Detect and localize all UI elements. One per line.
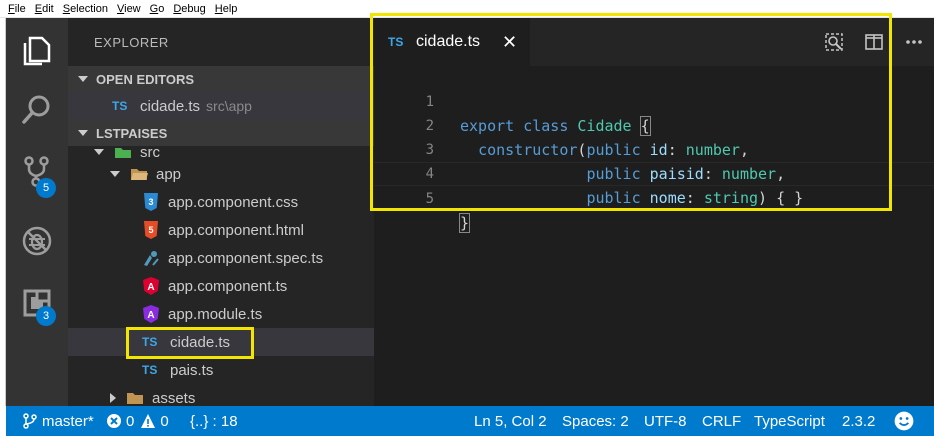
chevron-down-icon [110, 171, 120, 177]
ellipsis-icon [906, 40, 922, 44]
source-control-badge: 5 [36, 178, 56, 198]
open-changes-button[interactable] [814, 18, 854, 66]
status-eol[interactable]: CRLF [702, 406, 741, 436]
tree-folder-src[interactable]: src [68, 143, 374, 161]
folder-icon [126, 389, 144, 406]
folder-src-icon [114, 143, 132, 161]
split-editor-icon [865, 34, 883, 50]
typescript-icon: TS [142, 363, 158, 377]
vscode-window: 5 3 EXPLORER OPEN EDITORS TS cidade.ts s… [6, 13, 934, 406]
menu-bar: File Edit Selection View Go Debug Help [0, 0, 934, 18]
tree-file-cidade-ts[interactable]: TS cidade.ts [68, 327, 374, 359]
activity-bar: 5 3 [6, 18, 68, 406]
extensions-badge: 3 [36, 306, 56, 326]
warning-icon [141, 414, 156, 428]
close-icon[interactable]: ✕ [502, 32, 517, 53]
editor-area: TS cidade.ts ✕ 1 export class Cidade {2… [370, 13, 934, 406]
activity-explorer[interactable] [6, 22, 68, 80]
tree-folder-app[interactable]: app [68, 160, 374, 188]
status-encoding[interactable]: UTF-8 [644, 406, 687, 436]
git-branch-icon [23, 413, 37, 429]
menu-item-file[interactable]: File [8, 3, 26, 15]
split-editor-button[interactable] [854, 18, 894, 66]
tree-file-app-component-ts[interactable]: A app.component.ts [68, 272, 374, 300]
explorer-title: EXPLORER [94, 34, 169, 50]
menu-item-view[interactable]: View [117, 3, 141, 15]
tree-file-app-component-html[interactable]: 5 app.component.html [68, 216, 374, 244]
folder-open-icon [130, 165, 148, 183]
open-editor-path: src\app [206, 98, 252, 114]
status-problems[interactable]: 0 0 [106, 406, 169, 436]
code-line-4: 4 public nome: string) { } [425, 166, 804, 207]
code-line-2: 2 constructor(public id: number, [425, 118, 749, 159]
menu-item-edit[interactable]: Edit [35, 3, 54, 15]
activity-source-control[interactable]: 5 [6, 142, 68, 200]
tree-file-pais-ts[interactable]: TS pais.ts [68, 356, 374, 384]
chevron-down-icon [78, 130, 88, 136]
code-line-1: 1 export class Cidade { [425, 94, 651, 136]
error-icon [107, 414, 121, 428]
angular-icon: A [142, 277, 160, 295]
html-icon: 5 [142, 221, 160, 239]
activity-extensions[interactable]: 3 [6, 274, 68, 332]
svg-text:3: 3 [148, 197, 153, 207]
typescript-icon: TS [112, 99, 128, 113]
open-editor-name: cidade.ts [140, 97, 201, 115]
svg-text:A: A [147, 282, 154, 293]
status-cursor-position[interactable]: Ln 5, Col 2 [474, 406, 547, 436]
search-icon [22, 95, 50, 124]
open-editors-header[interactable]: OPEN EDITORS [68, 66, 374, 92]
editor-actions [814, 18, 934, 66]
editor-tab-bar: TS cidade.ts ✕ [374, 18, 934, 66]
code-line-5: 5 } [374, 162, 934, 233]
status-branch[interactable]: master* [22, 406, 94, 436]
activity-debug[interactable] [6, 212, 68, 270]
menu-item-selection[interactable]: Selection [63, 3, 108, 15]
tree-folder-assets[interactable]: assets [68, 384, 374, 406]
status-scope[interactable]: {..} : 18 [190, 406, 238, 436]
code-editor[interactable]: 1 export class Cidade { 2 constructor(pu… [374, 66, 934, 233]
smiley-icon [894, 411, 914, 431]
status-bar: master* 0 0 {..} : 18 Ln 5, Col 2 Spaces… [6, 406, 934, 436]
tree-file-app-component-spec-ts[interactable]: app.component.spec.ts [68, 244, 374, 272]
status-ts-version[interactable]: 2.3.2 [842, 406, 875, 436]
more-actions-button[interactable] [894, 18, 934, 66]
status-language[interactable]: TypeScript [754, 406, 825, 436]
menu-item-help[interactable]: Help [215, 3, 238, 15]
debug-icon [22, 226, 52, 256]
menu-item-go[interactable]: Go [150, 3, 165, 15]
spec-test-icon [142, 249, 160, 267]
tab-cidade-ts[interactable]: TS cidade.ts ✕ [374, 18, 530, 66]
explorer-sidebar: EXPLORER OPEN EDITORS TS cidade.ts src\a… [68, 18, 374, 406]
css-icon: 3 [142, 193, 160, 211]
activity-search[interactable] [6, 80, 68, 138]
tree-file-app-module-ts[interactable]: A app.module.ts [68, 300, 374, 328]
svg-text:A: A [147, 310, 154, 321]
status-indentation[interactable]: Spaces: 2 [562, 406, 629, 436]
chevron-right-icon [110, 393, 116, 403]
tab-label: cidade.ts [416, 33, 481, 50]
tree-file-app-component-css[interactable]: 3 app.component.css [68, 188, 374, 216]
chevron-down-icon [78, 76, 88, 82]
typescript-icon: TS [142, 335, 158, 349]
angular-module-icon: A [142, 305, 160, 323]
compare-search-icon [825, 33, 843, 51]
feedback-button[interactable] [894, 406, 918, 436]
svg-text:5: 5 [148, 225, 153, 235]
code-line-3: 3 public paisid: number, [425, 142, 786, 183]
open-editor-item[interactable]: TS cidade.ts src\app [68, 92, 374, 120]
typescript-icon: TS [388, 35, 404, 49]
chevron-down-icon [94, 149, 104, 155]
files-icon [23, 36, 51, 66]
menu-item-debug[interactable]: Debug [173, 3, 205, 15]
